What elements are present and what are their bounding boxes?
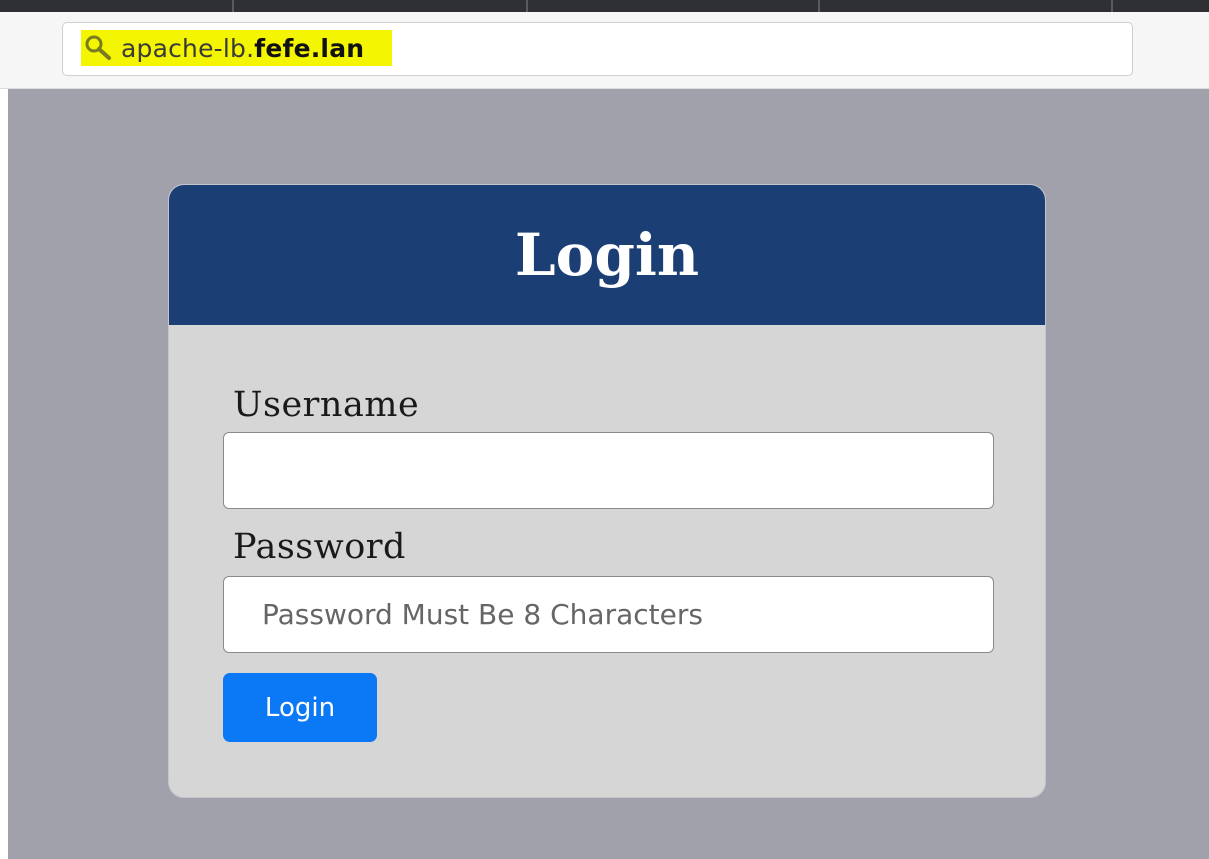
username-label: Username (233, 385, 420, 425)
url-highlight: apache-lb.fefe.lan (81, 30, 393, 66)
tab-separator (232, 0, 234, 12)
tab-strip (0, 0, 1209, 12)
login-card-header: Login (169, 185, 1045, 325)
page-left-edge (0, 89, 8, 859)
browser-toolbar: apache-lb.fefe.lan (0, 12, 1209, 89)
browser-window: apache-lb.fefe.lan Login Username Passwo… (0, 0, 1209, 859)
url-domain: fefe.lan (254, 33, 365, 63)
password-label: Password (233, 527, 406, 567)
login-card: Login Username Password Login (168, 184, 1046, 798)
page-body: Login Username Password Login (8, 89, 1209, 859)
tab-separator (1111, 0, 1113, 12)
search-icon (85, 35, 111, 60)
url-text[interactable]: apache-lb.fefe.lan (121, 34, 364, 63)
tab-separator (818, 0, 820, 12)
login-button[interactable]: Login (223, 673, 377, 742)
url-prefix: apache-lb. (121, 33, 255, 63)
address-bar[interactable]: apache-lb.fefe.lan (62, 22, 1133, 76)
username-field[interactable] (223, 432, 994, 509)
tab-separator (526, 0, 528, 12)
login-title: Login (514, 221, 700, 289)
password-field[interactable] (223, 576, 994, 653)
